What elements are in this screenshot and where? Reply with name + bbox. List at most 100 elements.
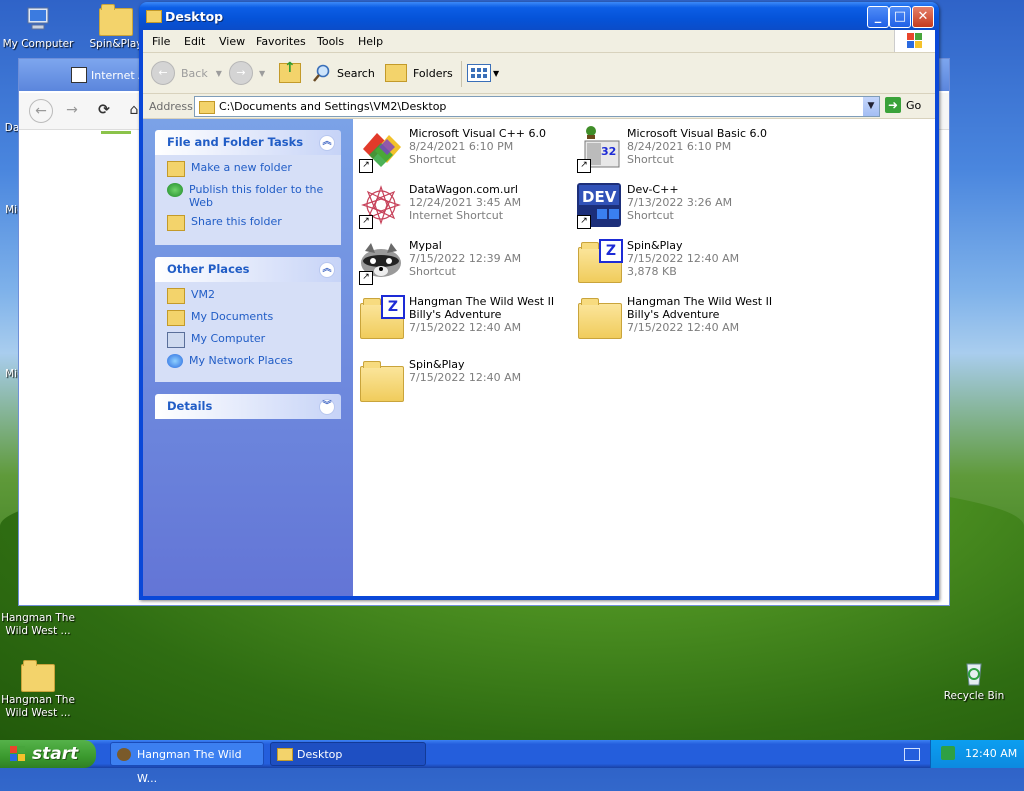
folder-shape (360, 361, 404, 402)
visual-basic-icon: 32 ↗ (575, 125, 623, 173)
file-text: Microsoft Visual Basic 6.0 8/24/2021 6:10… (627, 127, 792, 166)
folder-icon (21, 660, 55, 692)
file-text: Mypal 7/15/2022 12:39 AM Shortcut (409, 239, 574, 278)
file-date: 7/15/2022 12:40 AM (627, 252, 740, 265)
svg-text:32: 32 (601, 145, 616, 158)
file-item[interactable]: Spin&Play 7/15/2022 12:40 AM (357, 356, 572, 406)
up-folder-button[interactable]: ↑ (279, 60, 301, 85)
views-icon (467, 64, 491, 82)
clock[interactable]: 12:40 AM (965, 747, 1017, 760)
toolbar-divider (461, 61, 462, 87)
explorer-body: File Edit View Favorites Tools Help ← Ba… (143, 30, 935, 596)
explorer-window[interactable]: Desktop _ □ ✕ File Edit View Favorites T… (139, 2, 939, 600)
file-text: Spin&Play 7/15/2022 12:40 AM (409, 358, 574, 384)
window-title: Desktop (165, 9, 224, 24)
file-item[interactable]: Z Hangman The Wild West II Billy's Adven… (357, 293, 572, 343)
file-list: ↗ Microsoft Visual C++ 6.0 8/24/2021 6:10… (353, 119, 935, 596)
file-item[interactable]: DEV ↗ Dev-C++ 7/13/2022 3:26 AM Shortcut (575, 181, 790, 231)
shortcut-arrow-icon: ↗ (577, 159, 591, 173)
collapse-chevron-icon[interactable]: ︽ (319, 262, 335, 278)
file-item[interactable]: Hangman The Wild West II Billy's Adventu… (575, 293, 790, 343)
address-bar: Address C:\Documents and Settings\VM2\De… (143, 94, 935, 119)
back-button[interactable]: ← Back ▼ (151, 61, 222, 85)
address-dropdown-button[interactable]: ▼ (863, 97, 879, 116)
menu-tools[interactable]: Tools (317, 35, 344, 48)
publish-folder-link[interactable]: Publish this folder to the Web (167, 183, 341, 209)
place-network-link[interactable]: My Network Places (167, 354, 341, 368)
desktop-icon-my-computer[interactable]: My Computer (0, 4, 76, 51)
browser-reload-icon[interactable]: ⟳ (93, 99, 115, 121)
back-arrow-icon: ← (151, 61, 175, 85)
collapse-chevron-icon[interactable]: ︽ (319, 135, 335, 151)
chevron-down-icon: ▼ (259, 68, 266, 78)
menu-favorites[interactable]: Favorites (256, 35, 306, 48)
go-arrow-icon: ➜ (885, 97, 901, 113)
file-item[interactable]: ↗ Microsoft Visual C++ 6.0 8/24/2021 6:10… (357, 125, 572, 175)
file-date: 7/15/2022 12:40 AM (409, 321, 522, 334)
desktop-icon-label: Hangman The Wild West ... (1, 694, 75, 719)
explorer-titlebar[interactable]: Desktop _ □ ✕ (139, 2, 939, 30)
network-tray-icon[interactable] (941, 746, 955, 760)
folders-button[interactable]: Folders (385, 61, 453, 85)
views-button[interactable]: ▼ (467, 61, 499, 85)
start-button[interactable]: start (0, 740, 96, 768)
taskbar: start Hangman The Wild W... Desktop 12:4… (0, 740, 1024, 785)
file-name: Hangman The Wild West II Billy's Adventu… (409, 295, 555, 321)
expand-chevron-icon[interactable]: ︾ (319, 399, 335, 415)
file-type: Shortcut (409, 265, 456, 278)
file-name: Hangman The Wild West II Billy's Adventu… (627, 295, 773, 321)
desktop-icon-recycle-bin[interactable]: Recycle Bin (936, 656, 1012, 703)
file-item[interactable]: ↗ DataWagon.com.url 12/24/2021 3:45 AM Int… (357, 181, 572, 231)
desktop-icon-hangman-1[interactable]: Hangman The Wild West ... (0, 612, 76, 638)
browser-back-icon[interactable]: ← (29, 99, 53, 123)
address-field[interactable]: C:\Documents and Settings\VM2\Desktop ▼ (194, 96, 880, 117)
task-label: Hangman The Wild W... (137, 748, 242, 785)
close-button[interactable]: ✕ (912, 6, 934, 28)
panel-header[interactable]: File and Folder Tasks ︽ (155, 130, 341, 155)
folder-icon (575, 293, 623, 341)
taskbar-item-hangman[interactable]: Hangman The Wild W... (110, 742, 264, 785)
chevron-down-icon: ▼ (493, 68, 500, 78)
file-item[interactable]: 32 ↗ Microsoft Visual Basic 6.0 8/24/2021… (575, 125, 790, 175)
panel-header[interactable]: Details ︾ (155, 394, 341, 419)
z-badge-icon: Z (381, 295, 405, 319)
folders-icon (385, 64, 407, 82)
file-name: Spin&Play (409, 358, 465, 371)
minimize-button[interactable]: _ (867, 6, 889, 28)
menu-file[interactable]: File (152, 35, 170, 48)
desktop-icon-hangman-2[interactable]: Hangman The Wild West ... (0, 660, 76, 720)
link-label: VM2 (191, 288, 216, 301)
menu-help[interactable]: Help (358, 35, 383, 48)
taskbar-item-desktop[interactable]: Desktop (270, 742, 426, 766)
windows-logo-icon (894, 30, 935, 52)
search-button[interactable]: Search (313, 61, 375, 85)
share-folder-link[interactable]: Share this folder (167, 215, 341, 231)
menu-view[interactable]: View (219, 35, 245, 48)
file-item[interactable]: Z Spin&Play 7/15/2022 12:40 AM 3,878 KB (575, 237, 790, 287)
folder-icon (167, 288, 185, 304)
keyboard-tray-icon[interactable] (904, 748, 920, 761)
new-folder-icon (167, 161, 185, 177)
maximize-button[interactable]: □ (889, 6, 911, 28)
make-new-folder-link[interactable]: Make a new folder (167, 161, 341, 177)
browser-forward-icon[interactable]: → (61, 99, 83, 121)
place-my-computer-link[interactable]: My Computer (167, 332, 341, 348)
forward-button[interactable]: → ▼ (229, 61, 265, 85)
chevron-down-icon: ▼ (215, 68, 222, 78)
file-type: Internet Shortcut (409, 209, 504, 222)
panel-header[interactable]: Other Places ︽ (155, 257, 341, 282)
place-my-documents-link[interactable]: My Documents (167, 310, 341, 326)
link-label: My Network Places (189, 354, 293, 367)
folder-shape (578, 298, 622, 339)
file-text: Microsoft Visual C++ 6.0 8/24/2021 6:10 P… (409, 127, 574, 166)
menu-edit[interactable]: Edit (184, 35, 205, 48)
windows-flag-icon (10, 746, 25, 761)
file-folder-tasks-panel: File and Folder Tasks ︽ Make a new folder… (155, 130, 341, 245)
hangman-file-icon: Z (357, 293, 405, 341)
file-name: Dev-C++ (627, 183, 679, 196)
file-item[interactable]: ↗ Mypal 7/15/2022 12:39 AM Shortcut (357, 237, 572, 287)
file-date: 8/24/2021 6:10 PM (409, 140, 514, 153)
go-button[interactable]: ➜ Go (885, 97, 921, 113)
file-text: Hangman The Wild West II Billy's Adventu… (627, 295, 792, 334)
place-vm2-link[interactable]: VM2 (167, 288, 341, 304)
